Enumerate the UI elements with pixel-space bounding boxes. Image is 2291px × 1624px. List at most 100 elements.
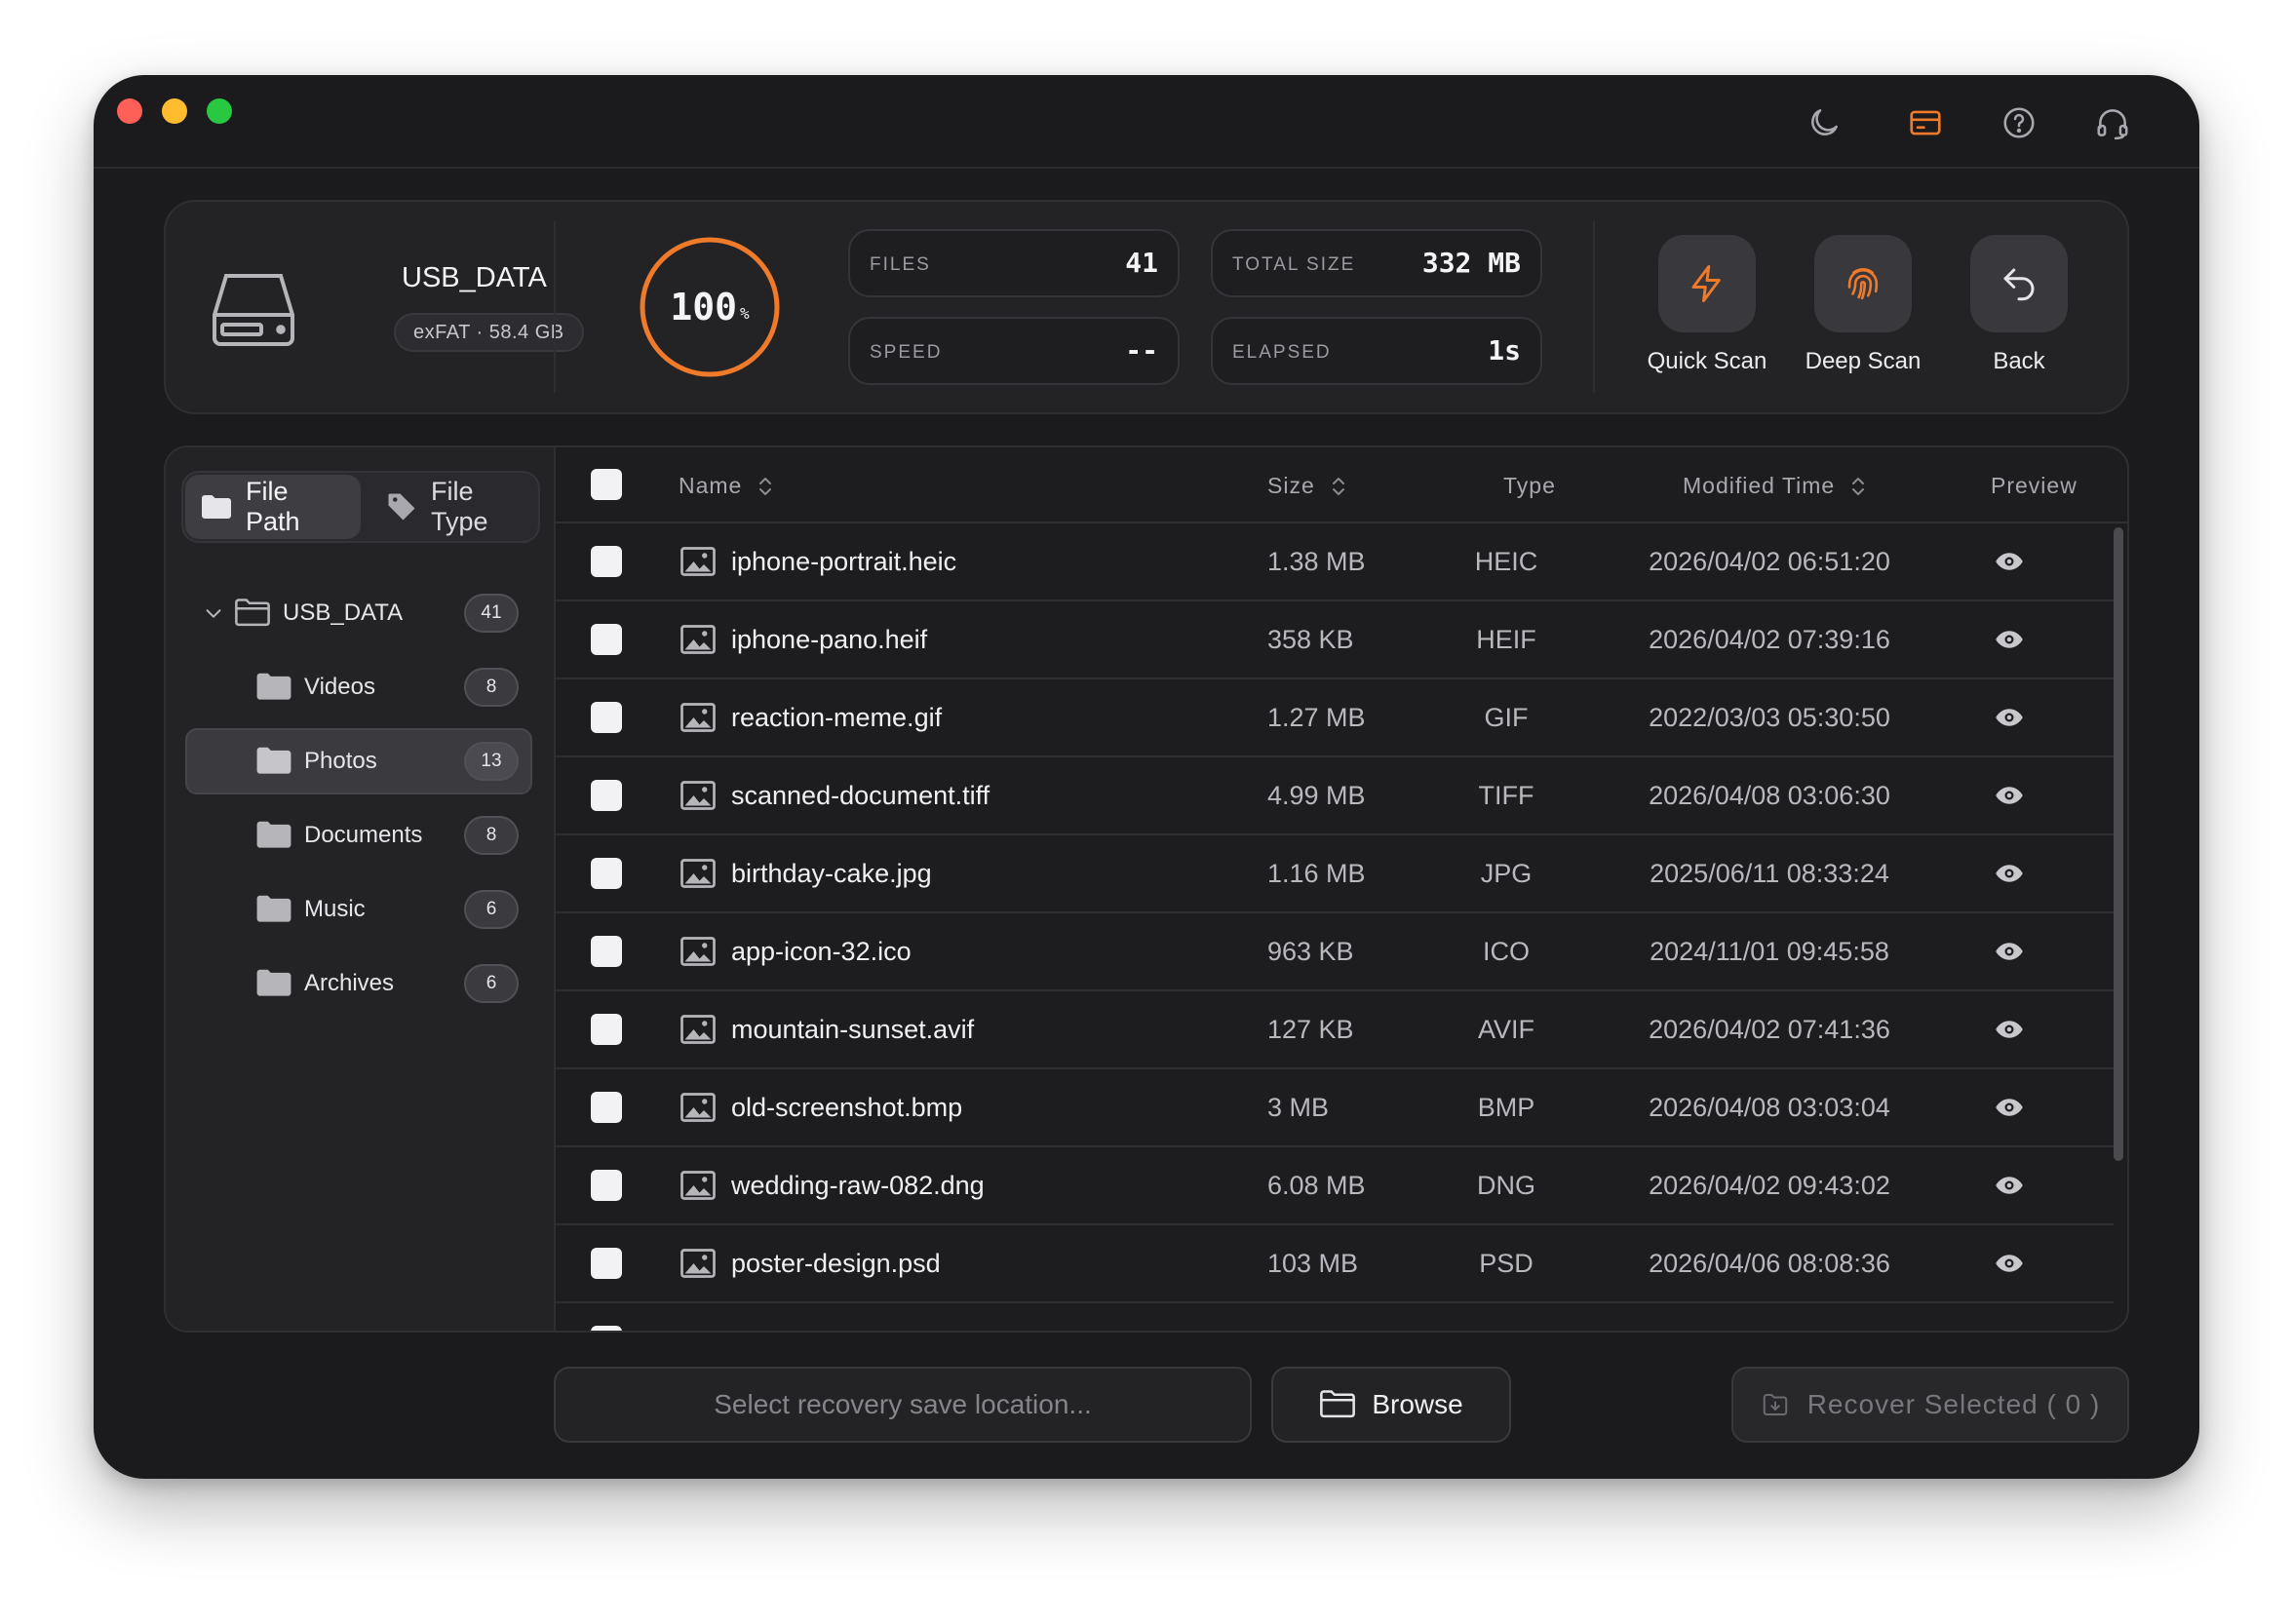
tab-file-type-label: File Type xyxy=(431,477,488,536)
view-mode-segmented-control: File Path File Type xyxy=(181,471,540,543)
elapsed-label: ELAPSED xyxy=(1232,342,1332,363)
row-checkbox[interactable] xyxy=(591,780,622,811)
quick-scan-action[interactable]: Quick Scan xyxy=(1644,235,1770,375)
sort-icon[interactable] xyxy=(756,475,775,498)
eye-icon[interactable] xyxy=(1995,784,2024,807)
column-header-name[interactable]: Name xyxy=(679,473,775,499)
image-file-icon xyxy=(680,1171,716,1200)
drive-name: USB_DATA xyxy=(402,262,547,293)
deep-scan-button[interactable] xyxy=(1814,235,1912,332)
eye-icon[interactable] xyxy=(1995,1096,2024,1119)
folder-icon xyxy=(256,673,291,700)
deep-scan-action[interactable]: Deep Scan xyxy=(1800,235,1926,375)
count-badge: 41 xyxy=(464,594,519,633)
image-file-icon xyxy=(680,1015,716,1044)
row-checkbox[interactable] xyxy=(591,1014,622,1045)
table-row[interactable] xyxy=(556,1303,2114,1331)
file-size: 358 KB xyxy=(1267,625,1354,654)
table-row[interactable]: wedding-raw-082.dng 6.08 MB DNG 2026/04/02 … xyxy=(556,1147,2114,1225)
table-row[interactable]: birthday-cake.jpg 1.16 MB JPG 2025/06/11 08… xyxy=(556,835,2114,913)
eye-icon[interactable] xyxy=(1995,706,2024,729)
tree-item-label: Archives xyxy=(304,970,395,996)
count-badge: 13 xyxy=(464,742,519,781)
tree-item-documents[interactable]: Documents 8 xyxy=(185,802,532,869)
file-table: Name Size Type Modified Time Preview iph… xyxy=(554,445,2129,1333)
save-location-input[interactable] xyxy=(554,1367,1252,1443)
table-row[interactable]: app-icon-32.ico 963 KB ICO 2024/11/01 09:45… xyxy=(556,913,2114,991)
row-checkbox[interactable] xyxy=(591,624,622,655)
eye-icon[interactable] xyxy=(1995,1252,2024,1275)
row-checkbox[interactable] xyxy=(591,858,622,889)
column-header-modified-time[interactable]: Modified Time xyxy=(1683,473,1868,499)
headset-icon[interactable] xyxy=(2086,97,2139,149)
eye-icon[interactable] xyxy=(1995,550,2024,573)
image-file-icon xyxy=(680,1249,716,1278)
table-row[interactable]: reaction-meme.gif 1.27 MB GIF 2022/03/03 05… xyxy=(556,679,2114,757)
tab-file-type[interactable]: File Type xyxy=(370,475,536,539)
tab-file-path[interactable]: File Path xyxy=(185,475,361,539)
select-all-checkbox[interactable] xyxy=(591,469,622,500)
file-name: scanned-document.tiff xyxy=(731,781,990,810)
tree-item-label: Documents xyxy=(304,822,423,848)
image-file-icon xyxy=(680,1093,716,1122)
minimize-window-button[interactable] xyxy=(162,98,187,124)
zoom-window-button[interactable] xyxy=(207,98,232,124)
tree-item-archives[interactable]: Archives 6 xyxy=(185,950,532,1017)
recover-selected-button[interactable]: Recover Selected ( 0 ) xyxy=(1731,1367,2129,1443)
divider xyxy=(554,221,556,393)
image-file-icon xyxy=(680,937,716,966)
row-checkbox[interactable] xyxy=(591,936,622,967)
file-type: HEIF xyxy=(1476,625,1536,654)
moon-icon[interactable] xyxy=(1798,97,1850,149)
table-row[interactable]: poster-design.psd 103 MB PSD 2026/04/06 08:… xyxy=(556,1225,2114,1303)
chevron-down-icon[interactable] xyxy=(203,602,224,624)
help-icon[interactable] xyxy=(1993,97,2045,149)
file-size: 3 MB xyxy=(1267,1093,1330,1122)
column-header-size[interactable]: Size xyxy=(1267,473,1348,499)
table-row[interactable]: iphone-portrait.heic 1.38 MB HEIC 2026/04/0… xyxy=(556,523,2114,601)
file-type: PSD xyxy=(1479,1249,1534,1278)
eye-icon[interactable] xyxy=(1995,1174,2024,1197)
file-modified-time: 2026/04/02 09:43:02 xyxy=(1649,1171,1890,1200)
count-badge: 8 xyxy=(464,668,519,707)
table-row[interactable]: old-screenshot.bmp 3 MB BMP 2026/04/08 03:0… xyxy=(556,1069,2114,1147)
image-file-icon xyxy=(680,547,716,576)
tree-item-videos[interactable]: Videos 8 xyxy=(185,654,532,720)
file-name: wedding-raw-082.dng xyxy=(731,1171,985,1200)
elapsed-stat: ELAPSED 1s xyxy=(1211,317,1542,385)
tree-item-photos[interactable]: Photos 13 xyxy=(185,728,532,794)
tree-item-usb-data[interactable]: USB_DATA 41 xyxy=(185,580,532,646)
row-checkbox[interactable] xyxy=(591,1326,622,1331)
close-window-button[interactable] xyxy=(117,98,142,124)
table-row[interactable]: mountain-sunset.avif 127 KB AVIF 2026/04/02… xyxy=(556,991,2114,1069)
browse-button[interactable]: Browse xyxy=(1271,1367,1511,1443)
row-checkbox[interactable] xyxy=(591,546,622,577)
back-action[interactable]: Back xyxy=(1956,235,2082,375)
tree-item-music[interactable]: Music 6 xyxy=(185,876,532,943)
column-header-name-label: Name xyxy=(679,473,743,498)
file-name: birthday-cake.jpg xyxy=(731,859,932,888)
eye-icon[interactable] xyxy=(1995,862,2024,885)
back-button[interactable] xyxy=(1970,235,2068,332)
sort-icon[interactable] xyxy=(1848,475,1868,498)
quick-scan-button[interactable] xyxy=(1658,235,1756,332)
row-checkbox[interactable] xyxy=(591,1092,622,1123)
sort-icon[interactable] xyxy=(1329,475,1348,498)
eye-icon[interactable] xyxy=(1995,940,2024,963)
table-row[interactable]: scanned-document.tiff 4.99 MB TIFF 2026/04/… xyxy=(556,757,2114,835)
file-modified-time: 2026/04/06 08:08:36 xyxy=(1649,1249,1890,1278)
row-checkbox[interactable] xyxy=(591,702,622,733)
file-size: 1.38 MB xyxy=(1267,547,1366,576)
row-checkbox[interactable] xyxy=(591,1170,622,1201)
eye-icon[interactable] xyxy=(1995,628,2024,651)
eye-icon[interactable] xyxy=(1995,1018,2024,1041)
table-scrollbar[interactable] xyxy=(2114,527,2123,1161)
file-name: poster-design.psd xyxy=(731,1249,941,1278)
table-row[interactable]: iphone-pano.heif 358 KB HEIF 2026/04/02 07:… xyxy=(556,601,2114,679)
total-size-stat: TOTAL SIZE 332 MB xyxy=(1211,229,1542,297)
tree-item-label: Videos xyxy=(304,674,375,700)
row-checkbox[interactable] xyxy=(591,1248,622,1279)
file-size: 4.99 MB xyxy=(1267,781,1366,810)
column-header-type: Type xyxy=(1503,473,1556,499)
card-icon[interactable] xyxy=(1899,97,1952,149)
